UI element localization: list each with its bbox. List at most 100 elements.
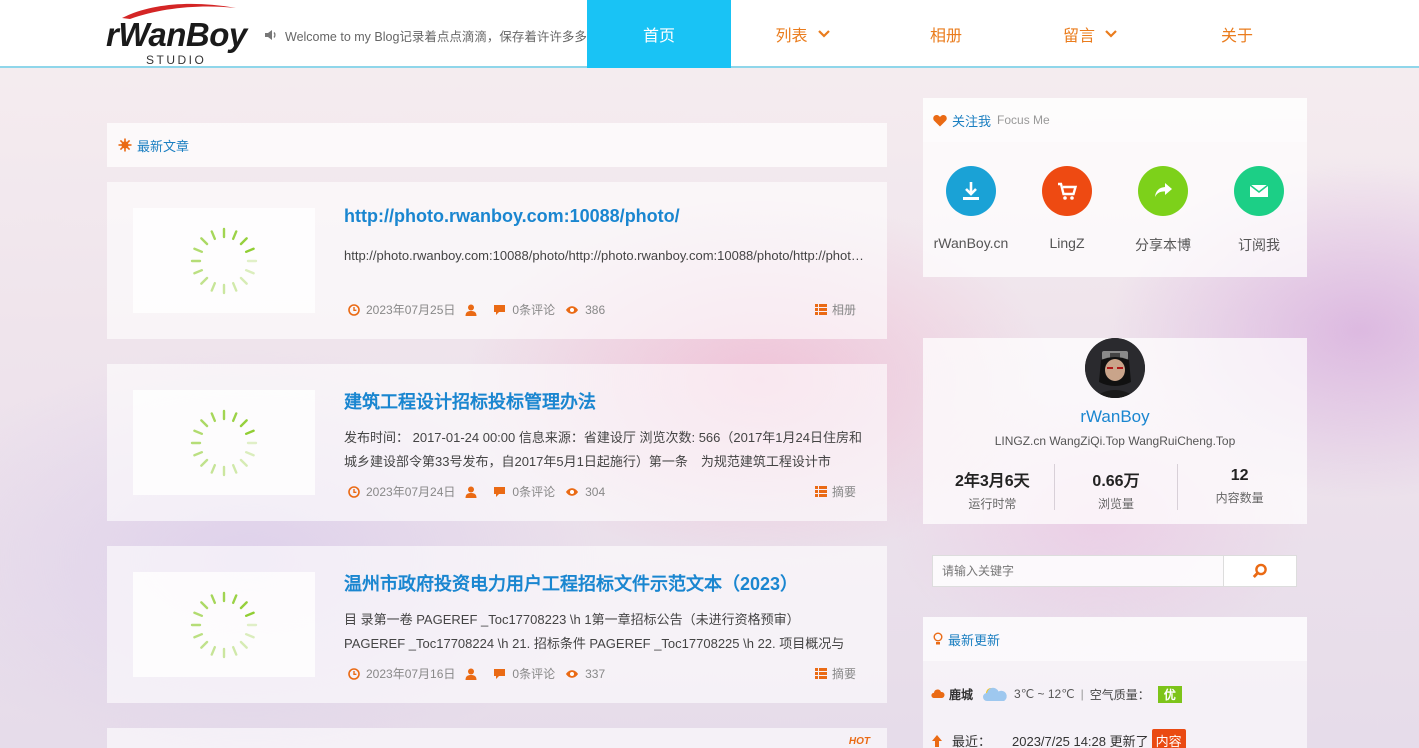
focus-widget-header: 关注我 Focus Me <box>923 98 1307 142</box>
spinner-tick <box>244 632 255 638</box>
post-category[interactable]: 摘要 <box>814 665 856 682</box>
profile-stats: 2年3月6天 运行时常 0.66万 浏览量 12 内容数量 <box>931 464 1301 511</box>
avatar[interactable] <box>1085 338 1145 398</box>
post-excerpt: http://photo.rwanboy.com:10088/photo/htt… <box>344 248 864 263</box>
spinner-tick <box>244 429 255 435</box>
user-icon <box>465 668 477 680</box>
nav-messages[interactable]: 留言 <box>1018 0 1162 68</box>
post-comments[interactable]: 0条评论 <box>493 665 555 682</box>
nav-list[interactable]: 列表 <box>731 0 874 68</box>
spinner-tick <box>244 611 255 617</box>
post-thumbnail[interactable] <box>133 208 315 313</box>
post-author[interactable] <box>465 668 483 680</box>
search-button[interactable] <box>1223 555 1297 587</box>
weather-temp: 3℃ ~ 12℃ <box>1014 687 1075 701</box>
chevron-down-icon <box>1105 30 1117 38</box>
spinner-tick <box>200 458 209 467</box>
post-views: 337 <box>565 667 605 681</box>
sun-icon <box>118 138 132 152</box>
spinner-tick <box>200 418 209 427</box>
spinner-tick <box>231 463 238 474</box>
spinner-tick <box>210 281 217 292</box>
spinner-tick <box>239 640 248 649</box>
eye-icon <box>566 305 579 314</box>
spinner-tick <box>210 411 217 422</box>
site-header: rWanBoy STUDIO Welcome to my Blog记录着点点滴滴… <box>0 0 1419 68</box>
site-logo[interactable]: rWanBoy STUDIO <box>106 2 251 67</box>
user-icon <box>465 304 477 316</box>
spinner-tick <box>239 458 248 467</box>
eye-icon <box>566 669 579 678</box>
air-quality-label: 空气质量： <box>1089 687 1150 702</box>
clock-icon <box>348 667 360 680</box>
profile-widget: rWanBoy LINGZ.cn WangZiQi.Top WangRuiChe… <box>923 338 1307 524</box>
focus-link-label: LingZ <box>1049 235 1085 251</box>
stat-uptime: 2年3月6天 运行时常 <box>931 464 1055 511</box>
post-author[interactable] <box>465 304 483 316</box>
nav-about-label: 关于 <box>1220 26 1253 45</box>
spinner-tick <box>239 418 248 427</box>
post-title[interactable]: 温州市政府投资电力用户工程招标文件示范文本（2023） <box>344 570 867 596</box>
spinner-tick <box>210 593 217 604</box>
spinner-tick <box>239 600 248 609</box>
spinner-tick <box>193 268 204 274</box>
list-icon <box>814 304 827 315</box>
profile-name[interactable]: rWanBoy <box>923 407 1307 427</box>
comment-icon <box>494 668 506 679</box>
download-icon <box>946 166 996 216</box>
post-date-text: 2023年07月25日 <box>366 303 456 317</box>
post-card[interactable]: HOT <box>107 728 887 748</box>
nav-home-label: 首页 <box>642 26 675 45</box>
nav-list-label: 列表 <box>775 26 808 45</box>
logo-subtitle: STUDIO <box>146 53 207 67</box>
loading-spinner-icon <box>190 591 258 658</box>
recent-label: 最近： <box>952 734 992 748</box>
focus-link-label: 订阅我 <box>1238 237 1280 253</box>
focus-links: rWanBoy.cn LingZ 分享本博 订阅我 <box>923 142 1307 277</box>
post-category[interactable]: 相册 <box>814 301 856 318</box>
focus-link-lingz[interactable]: LingZ <box>1019 166 1115 251</box>
post-category[interactable]: 摘要 <box>814 483 856 500</box>
section-title: 最新文章 <box>137 139 190 155</box>
spinner-tick <box>200 600 209 609</box>
search-input[interactable] <box>932 555 1223 587</box>
loading-spinner-icon <box>190 227 258 294</box>
updates-title: 最新更新 <box>948 633 1001 649</box>
speaker-icon <box>265 30 276 40</box>
spinner-tick <box>200 276 209 285</box>
post-excerpt: 发布时间： 2017-01-24 00:00 信息来源：省建设厅 浏览次数: 5… <box>344 430 863 469</box>
post-meta: 2023年07月25日 0条评论 386 <box>348 301 615 318</box>
post-category-text: 摘要 <box>831 667 856 681</box>
post-thumbnail[interactable] <box>133 572 315 677</box>
list-icon <box>814 668 827 679</box>
post-comments-text: 0条评论 <box>512 667 556 681</box>
post-comments[interactable]: 0条评论 <box>493 301 555 318</box>
spinner-tick <box>244 450 255 456</box>
focus-link-label: 分享本博 <box>1135 237 1191 253</box>
post-title[interactable]: http://photo.rwanboy.com:10088/photo/ <box>344 206 867 227</box>
clock-icon <box>348 303 360 316</box>
post-meta: 2023年07月16日 0条评论 337 <box>348 665 615 682</box>
post-thumbnail[interactable] <box>133 390 315 495</box>
post-card[interactable]: http://photo.rwanboy.com:10088/photo/ ht… <box>107 182 887 339</box>
spinner-tick <box>210 229 217 240</box>
user-icon <box>465 486 477 498</box>
nav-home[interactable]: 首页 <box>587 0 731 68</box>
post-category-text: 相册 <box>831 303 856 317</box>
post-card[interactable]: 建筑工程设计招标投标管理办法 发布时间： 2017-01-24 00:00 信息… <box>107 364 887 521</box>
post-author[interactable] <box>465 486 483 498</box>
focus-title: 关注我 <box>952 114 992 130</box>
air-quality-badge: 优 <box>1157 685 1182 703</box>
nav-album[interactable]: 相册 <box>874 0 1018 68</box>
post-card[interactable]: 温州市政府投资电力用户工程招标文件示范文本（2023） 目 录第一卷 PAGER… <box>107 546 887 703</box>
focus-link-share[interactable]: 分享本博 <box>1115 166 1211 255</box>
recent-tag[interactable]: 内容 <box>1151 729 1186 748</box>
focus-link-subscribe[interactable]: 订阅我 <box>1211 166 1307 255</box>
post-comments[interactable]: 0条评论 <box>493 483 555 500</box>
post-date-text: 2023年07月24日 <box>366 485 456 499</box>
lightbulb-icon <box>933 632 943 645</box>
nav-about[interactable]: 关于 <box>1162 0 1312 68</box>
post-title[interactable]: 建筑工程设计招标投标管理办法 <box>344 388 867 414</box>
focus-link-site[interactable]: rWanBoy.cn <box>923 166 1019 251</box>
stat-value: 0.66万 <box>1092 473 1140 490</box>
